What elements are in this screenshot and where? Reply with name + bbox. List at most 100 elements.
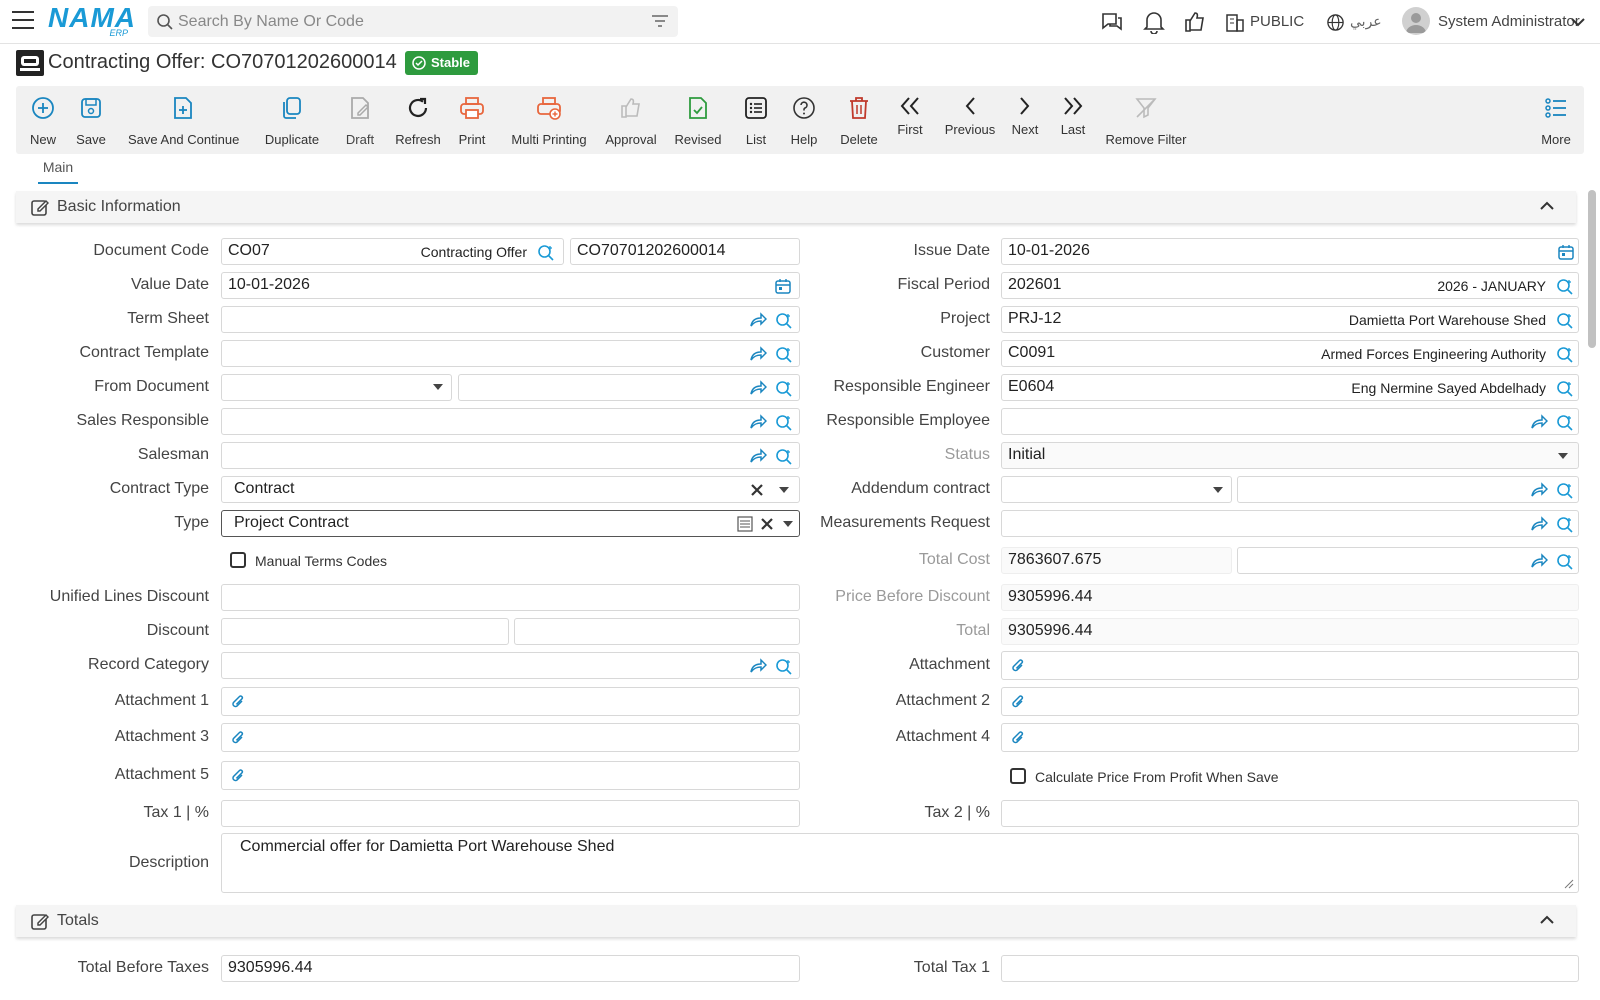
term-sheet-field[interactable]	[221, 306, 800, 333]
addendum-contract-type-select[interactable]	[1001, 476, 1232, 503]
calendar-icon[interactable]	[775, 278, 791, 294]
list-button[interactable]: List	[736, 86, 776, 154]
share-arrow-icon[interactable]	[749, 380, 767, 396]
first-button[interactable]: First	[890, 86, 930, 154]
document-code-field[interactable]: CO07 Contracting Offer	[221, 238, 564, 265]
search-input[interactable]: Search By Name Or Code	[178, 13, 364, 31]
last-button[interactable]: Last	[1056, 86, 1090, 154]
filter-icon[interactable]	[652, 14, 668, 28]
paperclip-icon[interactable]	[230, 767, 246, 785]
share-arrow-icon[interactable]	[1530, 516, 1548, 532]
help-button[interactable]: Help	[784, 86, 824, 154]
tax-2-field[interactable]	[1001, 800, 1579, 827]
share-arrow-icon[interactable]	[1530, 553, 1548, 569]
paperclip-icon[interactable]	[1010, 693, 1026, 711]
lookup-search-icon[interactable]	[1556, 346, 1574, 364]
next-button[interactable]: Next	[1008, 86, 1042, 154]
previous-button[interactable]: Previous	[940, 86, 1000, 154]
from-document-type-select[interactable]	[221, 374, 452, 401]
chevron-up-icon[interactable]	[1540, 915, 1554, 925]
lookup-search-icon[interactable]	[775, 312, 793, 330]
approval-button[interactable]: Approval	[602, 86, 660, 154]
refresh-button[interactable]: Refresh	[392, 86, 444, 154]
lookup-search-icon[interactable]	[775, 448, 793, 466]
remove-filter-button[interactable]: Remove Filter	[1096, 86, 1196, 154]
salesman-field[interactable]	[221, 442, 800, 469]
language-switch[interactable]: عربي	[1350, 13, 1382, 30]
paperclip-icon[interactable]	[230, 693, 246, 711]
fiscal-period-field[interactable]: 202601 2026 - JANUARY	[1001, 272, 1579, 299]
addendum-contract-field[interactable]	[1237, 476, 1579, 503]
customer-field[interactable]: C0091 Armed Forces Engineering Authority	[1001, 340, 1579, 367]
chevron-down-icon[interactable]	[1571, 17, 1585, 27]
lookup-search-icon[interactable]	[775, 380, 793, 398]
lookup-search-icon[interactable]	[775, 658, 793, 676]
from-document-field[interactable]	[458, 374, 800, 401]
share-arrow-icon[interactable]	[749, 448, 767, 464]
draft-button[interactable]: Draft	[340, 86, 380, 154]
save-and-continue-button[interactable]: Save And Continue	[128, 86, 239, 154]
share-arrow-icon[interactable]	[1530, 414, 1548, 430]
clear-icon[interactable]	[761, 518, 773, 530]
paperclip-icon[interactable]	[1010, 729, 1026, 747]
lookup-search-icon[interactable]	[1556, 482, 1574, 500]
status-select[interactable]: Initial	[1001, 442, 1579, 469]
document-number-field[interactable]: CO70701202600014	[570, 238, 800, 265]
lookup-search-icon[interactable]	[1556, 516, 1574, 534]
section-basic-information[interactable]: Basic Information	[16, 191, 1576, 223]
record-category-field[interactable]	[221, 652, 800, 679]
revised-button[interactable]: Revised	[670, 86, 726, 154]
calc-price-profit-checkbox[interactable]	[1010, 768, 1026, 784]
clear-icon[interactable]	[751, 484, 763, 496]
new-button[interactable]: New	[24, 86, 62, 154]
thumbs-up-icon[interactable]	[1183, 10, 1207, 34]
lookup-search-icon[interactable]	[537, 244, 555, 262]
paperclip-icon[interactable]	[230, 729, 246, 747]
app-logo[interactable]: NAMA ERP	[48, 4, 135, 39]
value-date-field[interactable]: 10-01-2026	[221, 272, 800, 299]
type-select[interactable]: Project Contract	[221, 510, 800, 537]
record-list-icon[interactable]	[737, 516, 753, 532]
sales-responsible-field[interactable]	[221, 408, 800, 435]
attachment-4-field[interactable]	[1001, 723, 1579, 752]
issue-date-field[interactable]: 10-01-2026	[1001, 238, 1579, 265]
more-button[interactable]: More	[1536, 86, 1576, 154]
attachment-5-field[interactable]	[221, 761, 800, 790]
lookup-search-icon[interactable]	[1556, 278, 1574, 296]
lookup-search-icon[interactable]	[1556, 414, 1574, 432]
total-cost-reference-field[interactable]	[1237, 547, 1579, 574]
lookup-search-icon[interactable]	[1556, 553, 1574, 571]
project-field[interactable]: PRJ-12 Damietta Port Warehouse Shed	[1001, 306, 1579, 333]
section-totals[interactable]: Totals	[16, 905, 1576, 937]
bell-icon[interactable]	[1143, 10, 1165, 34]
contract-template-field[interactable]	[221, 340, 800, 367]
branch-label[interactable]: PUBLIC	[1250, 13, 1304, 30]
share-arrow-icon[interactable]	[1530, 482, 1548, 498]
manual-terms-codes-checkbox[interactable]	[230, 552, 246, 568]
user-name[interactable]: System Administrator	[1438, 13, 1580, 30]
lookup-search-icon[interactable]	[1556, 380, 1574, 398]
discount-amount-field[interactable]	[514, 618, 800, 645]
responsible-engineer-field[interactable]: E0604 Eng Nermine Sayed Abdelhady	[1001, 374, 1579, 401]
responsible-employee-field[interactable]	[1001, 408, 1579, 435]
caret-down-icon[interactable]	[783, 521, 793, 527]
chat-icon[interactable]	[1100, 10, 1124, 34]
attachment-field[interactable]	[1001, 651, 1579, 680]
lookup-search-icon[interactable]	[1556, 312, 1574, 330]
duplicate-button[interactable]: Duplicate	[256, 86, 328, 154]
share-arrow-icon[interactable]	[749, 658, 767, 674]
attachment-1-field[interactable]	[221, 687, 800, 716]
paperclip-icon[interactable]	[1010, 657, 1026, 675]
caret-down-icon[interactable]	[779, 487, 789, 493]
chevron-up-icon[interactable]	[1540, 201, 1554, 211]
lookup-search-icon[interactable]	[775, 414, 793, 432]
tab-main[interactable]: Main	[38, 159, 78, 184]
attachment-2-field[interactable]	[1001, 687, 1579, 716]
scrollbar[interactable]	[1588, 190, 1596, 348]
share-arrow-icon[interactable]	[749, 312, 767, 328]
share-arrow-icon[interactable]	[749, 346, 767, 362]
tax-1-field[interactable]	[221, 800, 800, 827]
caret-down-icon[interactable]	[1558, 453, 1568, 459]
global-search[interactable]: Search By Name Or Code	[148, 6, 678, 37]
attachment-3-field[interactable]	[221, 723, 800, 752]
